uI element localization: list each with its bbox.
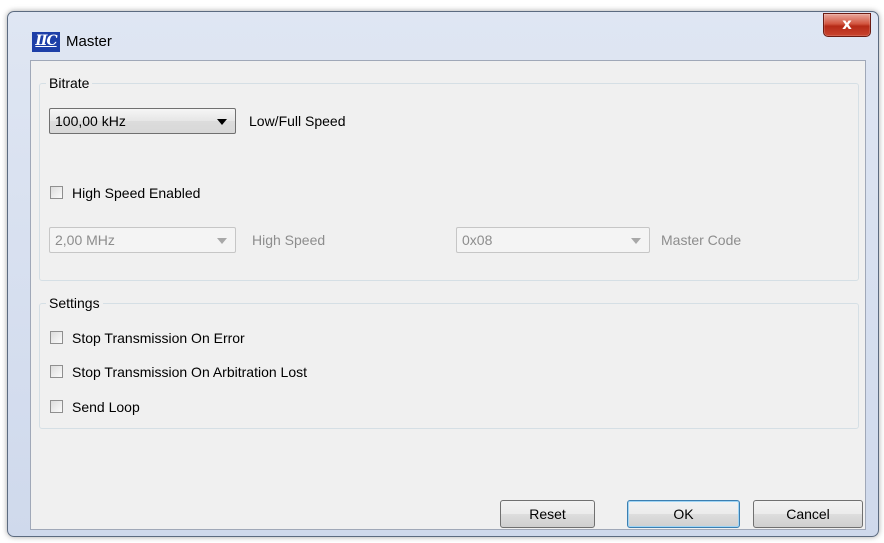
chevron-down-icon (217, 238, 227, 244)
checkbox-box[interactable] (50, 365, 63, 378)
stop-on-error-label: Stop Transmission On Error (72, 330, 245, 346)
chevron-down-icon (631, 238, 641, 244)
settings-group: Settings Stop Transmission On Error Stop… (39, 295, 859, 429)
stop-on-arbitration-lost-checkbox[interactable]: Stop Transmission On Arbitration Lost (50, 364, 410, 382)
dialog-window: IIC Master x Bitrate 100,00 kHz Low/Full… (7, 11, 879, 537)
speed-mode-label: Low/Full Speed (249, 113, 346, 129)
stop-on-arbitration-lost-label: Stop Transmission On Arbitration Lost (72, 364, 307, 380)
settings-group-label: Settings (46, 295, 103, 311)
send-loop-label: Send Loop (72, 399, 140, 415)
high-speed-value: 2,00 MHz (55, 232, 115, 248)
close-button[interactable]: x (823, 13, 871, 37)
ok-button[interactable]: OK (627, 500, 740, 528)
high-speed-enabled-checkbox[interactable]: High Speed Enabled (50, 185, 270, 203)
high-speed-enabled-label: High Speed Enabled (72, 185, 201, 201)
master-code-label: Master Code (661, 232, 742, 248)
chevron-down-icon (217, 119, 227, 125)
title-bar[interactable]: IIC Master x (8, 12, 878, 60)
dialog-client-area: Bitrate 100,00 kHz Low/Full Speed High S… (30, 60, 866, 530)
master-code-select[interactable]: 0x08 (456, 227, 650, 253)
reset-button[interactable]: Reset (500, 500, 595, 528)
cancel-button[interactable]: Cancel (753, 500, 863, 528)
window-title: Master (66, 33, 112, 50)
bitrate-speed-value: 100,00 kHz (55, 113, 126, 129)
checkbox-box[interactable] (50, 331, 63, 344)
checkbox-box[interactable] (50, 400, 63, 413)
checkbox-box[interactable] (50, 186, 63, 199)
master-code-value: 0x08 (462, 232, 493, 248)
bitrate-group-label: Bitrate (46, 75, 93, 91)
stop-on-error-checkbox[interactable]: Stop Transmission On Error (50, 330, 370, 348)
bitrate-group: Bitrate 100,00 kHz Low/Full Speed High S… (39, 75, 859, 281)
high-speed-label: High Speed (252, 232, 326, 248)
bitrate-speed-select[interactable]: 100,00 kHz (49, 108, 236, 134)
iic-app-icon: IIC (32, 32, 60, 52)
send-loop-checkbox[interactable]: Send Loop (50, 399, 250, 417)
close-icon: x (842, 15, 852, 33)
high-speed-select[interactable]: 2,00 MHz (49, 227, 236, 253)
